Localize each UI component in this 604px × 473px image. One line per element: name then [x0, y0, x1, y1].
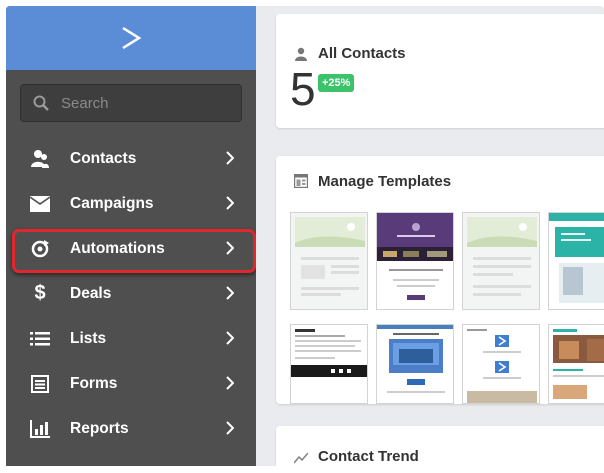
bar-chart-icon	[30, 419, 50, 439]
card-title: Contact Trend	[318, 448, 419, 465]
sidebar-item-label: Forms	[70, 374, 118, 392]
all-contacts-card[interactable]: All Contacts 5 +25%	[276, 14, 604, 128]
envelope-icon	[30, 194, 50, 214]
chevron-right-icon	[226, 286, 234, 300]
app-window: Contacts Campaigns	[6, 6, 604, 466]
template-thumbnail[interactable]	[290, 212, 368, 310]
template-thumbnail[interactable]	[376, 212, 454, 310]
template-thumbnail[interactable]	[548, 324, 604, 404]
sidebar-nav: Contacts Campaigns Automations $ Deals L…	[6, 136, 256, 451]
user-icon	[295, 47, 307, 61]
template-thumbnail[interactable]	[290, 324, 368, 404]
sidebar-item-label: Reports	[70, 419, 129, 437]
brand-header[interactable]	[6, 6, 256, 70]
sidebar-item-forms[interactable]: Forms	[6, 361, 256, 406]
contact-count: 5	[290, 63, 316, 115]
sidebar-item-lists[interactable]: Lists	[6, 316, 256, 361]
dollar-icon: $	[34, 282, 46, 304]
list-icon	[30, 329, 50, 349]
template-icon	[294, 174, 308, 188]
template-thumbnail[interactable]	[462, 212, 540, 310]
sidebar-item-label: Contacts	[70, 149, 137, 167]
search-box[interactable]	[20, 84, 242, 122]
chevron-right-icon	[226, 196, 234, 210]
logo-chevron-icon	[122, 26, 142, 50]
main-content: All Contacts 5 +25% Manage Templates Con…	[256, 6, 604, 466]
contacts-icon	[30, 149, 50, 169]
trend-line-icon	[294, 452, 308, 464]
chevron-right-icon	[226, 151, 234, 165]
chevron-right-icon	[226, 331, 234, 345]
sidebar-item-label: Deals	[70, 284, 112, 302]
card-title: Manage Templates	[318, 173, 452, 190]
chevron-right-icon	[226, 241, 234, 255]
sidebar-item-deals[interactable]: $ Deals	[6, 271, 256, 316]
sidebar-item-contacts[interactable]: Contacts	[6, 136, 256, 181]
card-title: All Contacts	[318, 45, 406, 62]
chevron-right-icon	[226, 376, 234, 390]
sidebar-item-campaigns[interactable]: Campaigns	[6, 181, 256, 226]
sidebar-item-automations[interactable]: Automations	[6, 226, 256, 273]
search-icon	[33, 95, 49, 111]
sidebar-item-label: Lists	[70, 329, 107, 347]
chevron-right-icon	[226, 421, 234, 435]
sidebar: Contacts Campaigns	[6, 6, 256, 466]
change-badge: +25%	[318, 74, 355, 92]
contact-trend-card[interactable]: Contact Trend	[276, 426, 604, 466]
sidebar-item-reports[interactable]: Reports	[6, 406, 256, 451]
form-icon	[30, 374, 50, 394]
manage-templates-card[interactable]: Manage Templates	[276, 156, 604, 404]
automation-icon	[30, 239, 50, 259]
template-thumbnail[interactable]	[376, 324, 454, 404]
template-thumbnail[interactable]	[548, 212, 604, 310]
sidebar-item-label: Campaigns	[70, 194, 154, 212]
template-thumbnail[interactable]	[462, 324, 540, 404]
search-input[interactable]	[61, 94, 231, 112]
sidebar-item-label: Automations	[70, 239, 165, 257]
